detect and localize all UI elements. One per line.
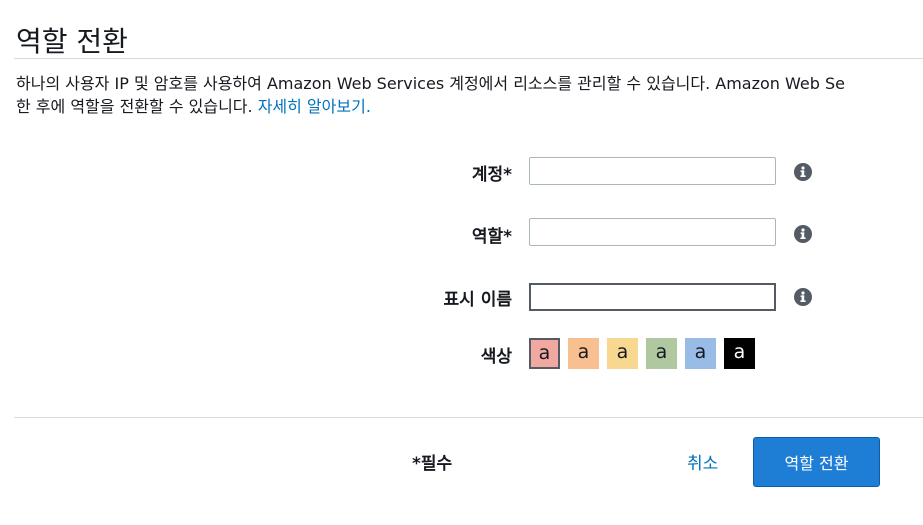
cancel-link[interactable]: 취소: [687, 449, 718, 474]
title-divider: [14, 58, 923, 59]
color-swatch-orange[interactable]: a: [568, 338, 599, 369]
role-info-icon[interactable]: [794, 225, 812, 243]
required-note: *필수: [412, 454, 453, 474]
account-input[interactable]: [529, 157, 776, 185]
color-label: 색상: [480, 347, 512, 367]
page-description: 하나의 사용자 IP 및 암호를 사용하여 Amazon Web Service…: [16, 72, 923, 118]
display-name-info-icon[interactable]: [794, 288, 812, 306]
role-input[interactable]: [529, 218, 776, 246]
footer-divider: [14, 417, 923, 418]
description-line-2: 한 후에 역할을 전환할 수 있습니다. 자세히 알아보기.: [16, 95, 923, 118]
color-swatch-red[interactable]: a: [529, 338, 560, 369]
color-swatch-yellow[interactable]: a: [607, 338, 638, 369]
account-label: 계정*: [471, 165, 512, 185]
switch-role-page: 역할 전환 하나의 사용자 IP 및 암호를 사용하여 Amazon Web S…: [0, 0, 923, 525]
account-info-icon[interactable]: [794, 163, 812, 181]
switch-role-button[interactable]: 역할 전환: [753, 437, 880, 487]
description-line-1: 하나의 사용자 IP 및 암호를 사용하여 Amazon Web Service…: [16, 74, 845, 93]
description-line-2-text: 한 후에 역할을 전환할 수 있습니다.: [16, 97, 258, 116]
color-swatch-blue[interactable]: a: [685, 338, 716, 369]
color-swatch-black[interactable]: a: [724, 338, 755, 369]
display-name-label: 표시 이름: [443, 290, 512, 310]
color-swatch-green[interactable]: a: [646, 338, 677, 369]
learn-more-link[interactable]: 자세히 알아보기.: [258, 97, 371, 116]
display-name-input[interactable]: [529, 283, 776, 311]
role-label: 역할*: [471, 227, 512, 247]
page-title: 역할 전환: [16, 25, 128, 58]
